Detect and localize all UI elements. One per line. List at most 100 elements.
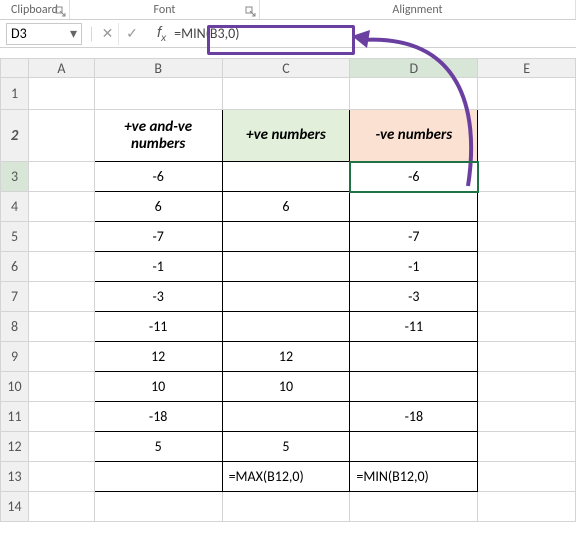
cell[interactable] bbox=[350, 492, 478, 522]
row-header[interactable]: 5 bbox=[1, 222, 29, 252]
cell[interactable] bbox=[222, 282, 350, 312]
row-header[interactable]: 6 bbox=[1, 252, 29, 282]
dialog-launcher-icon[interactable] bbox=[55, 6, 66, 17]
cell[interactable] bbox=[222, 492, 350, 522]
ribbon-label: Alignment bbox=[392, 3, 442, 17]
row-header[interactable]: 13 bbox=[1, 462, 29, 492]
cell[interactable] bbox=[478, 252, 576, 282]
cell[interactable] bbox=[28, 162, 94, 192]
cell[interactable] bbox=[28, 432, 94, 462]
cell[interactable] bbox=[28, 110, 94, 162]
cell[interactable]: 6 bbox=[94, 192, 222, 222]
cell[interactable] bbox=[478, 192, 576, 222]
cell[interactable] bbox=[28, 342, 94, 372]
cell[interactable] bbox=[28, 372, 94, 402]
row-header[interactable]: 4 bbox=[1, 192, 29, 222]
cell[interactable] bbox=[28, 492, 94, 522]
cell[interactable] bbox=[478, 78, 576, 110]
cell[interactable] bbox=[478, 312, 576, 342]
name-box[interactable]: D3 ▾ bbox=[6, 23, 82, 45]
row-header[interactable]: 14 bbox=[1, 492, 29, 522]
row-header[interactable]: 3 bbox=[1, 162, 29, 192]
dialog-launcher-icon[interactable] bbox=[245, 6, 256, 17]
cell[interactable] bbox=[222, 78, 350, 110]
cell[interactable]: -7 bbox=[350, 222, 478, 252]
row-header[interactable]: 11 bbox=[1, 402, 29, 432]
spreadsheet-grid[interactable]: A B C D E 1 2 +ve and-ve numbers +ve num… bbox=[0, 58, 576, 522]
cell[interactable] bbox=[28, 402, 94, 432]
cell[interactable]: -1 bbox=[94, 252, 222, 282]
cell[interactable] bbox=[478, 110, 576, 162]
cell[interactable] bbox=[478, 162, 576, 192]
cell[interactable] bbox=[222, 162, 350, 192]
cancel-button[interactable]: ✕ bbox=[97, 23, 119, 45]
cell[interactable] bbox=[478, 432, 576, 462]
row-header[interactable]: 7 bbox=[1, 282, 29, 312]
cell[interactable]: -3 bbox=[94, 282, 222, 312]
cell[interactable] bbox=[350, 432, 478, 462]
cell[interactable] bbox=[28, 312, 94, 342]
cell[interactable]: -7 bbox=[94, 222, 222, 252]
row-header[interactable]: 2 bbox=[1, 110, 29, 162]
row-header[interactable]: 12 bbox=[1, 432, 29, 462]
cell[interactable] bbox=[350, 78, 478, 110]
cell[interactable] bbox=[28, 222, 94, 252]
cell[interactable] bbox=[350, 342, 478, 372]
cell[interactable]: -18 bbox=[94, 402, 222, 432]
cell[interactable]: -6 bbox=[94, 162, 222, 192]
cell[interactable]: 10 bbox=[94, 372, 222, 402]
cell[interactable]: -1 bbox=[350, 252, 478, 282]
cell[interactable] bbox=[94, 78, 222, 110]
cell[interactable]: =MIN(B12,0) bbox=[350, 462, 478, 492]
cell[interactable] bbox=[478, 462, 576, 492]
cell[interactable] bbox=[28, 78, 94, 110]
cell[interactable]: -11 bbox=[94, 312, 222, 342]
cell[interactable]: -3 bbox=[350, 282, 478, 312]
enter-button[interactable]: ✓ bbox=[121, 23, 143, 45]
cell[interactable]: -11 bbox=[350, 312, 478, 342]
cell[interactable] bbox=[222, 402, 350, 432]
cell[interactable]: +ve and-ve numbers bbox=[94, 110, 222, 162]
row-header[interactable]: 10 bbox=[1, 372, 29, 402]
cell[interactable] bbox=[350, 372, 478, 402]
cell[interactable] bbox=[94, 462, 222, 492]
formula-input[interactable]: =MIN(B3,0) bbox=[174, 25, 239, 42]
cell[interactable]: -18 bbox=[350, 402, 478, 432]
cell[interactable] bbox=[478, 492, 576, 522]
cell[interactable] bbox=[222, 312, 350, 342]
cell[interactable]: -ve numbers bbox=[350, 110, 478, 162]
cell[interactable]: 12 bbox=[222, 342, 350, 372]
row-header[interactable]: 9 bbox=[1, 342, 29, 372]
col-header[interactable]: C bbox=[222, 59, 350, 78]
cell[interactable] bbox=[478, 372, 576, 402]
cell[interactable] bbox=[478, 342, 576, 372]
col-header[interactable]: D bbox=[350, 59, 478, 78]
cell[interactable] bbox=[28, 192, 94, 222]
cell[interactable] bbox=[94, 492, 222, 522]
cell[interactable] bbox=[28, 252, 94, 282]
cell[interactable]: 5 bbox=[94, 432, 222, 462]
row-header[interactable]: 8 bbox=[1, 312, 29, 342]
cell[interactable]: 5 bbox=[222, 432, 350, 462]
chevron-down-icon[interactable]: ▾ bbox=[70, 25, 77, 42]
fx-icon[interactable]: fx bbox=[149, 24, 174, 44]
cell[interactable] bbox=[222, 222, 350, 252]
cell[interactable] bbox=[478, 402, 576, 432]
col-header[interactable]: E bbox=[478, 59, 576, 78]
cell[interactable] bbox=[350, 192, 478, 222]
cell[interactable]: =MAX(B12,0) bbox=[222, 462, 350, 492]
cell[interactable]: 6 bbox=[222, 192, 350, 222]
col-header[interactable]: A bbox=[28, 59, 94, 78]
cell[interactable]: +ve numbers bbox=[222, 110, 350, 162]
cell[interactable]: 12 bbox=[94, 342, 222, 372]
cell[interactable] bbox=[28, 462, 94, 492]
cell[interactable]: 10 bbox=[222, 372, 350, 402]
cell[interactable] bbox=[478, 282, 576, 312]
select-all[interactable] bbox=[1, 59, 29, 78]
cell-active[interactable]: -6 bbox=[350, 162, 478, 192]
cell[interactable] bbox=[478, 222, 576, 252]
col-header[interactable]: B bbox=[94, 59, 222, 78]
cell[interactable] bbox=[28, 282, 94, 312]
row-header[interactable]: 1 bbox=[1, 78, 29, 110]
cell[interactable] bbox=[222, 252, 350, 282]
